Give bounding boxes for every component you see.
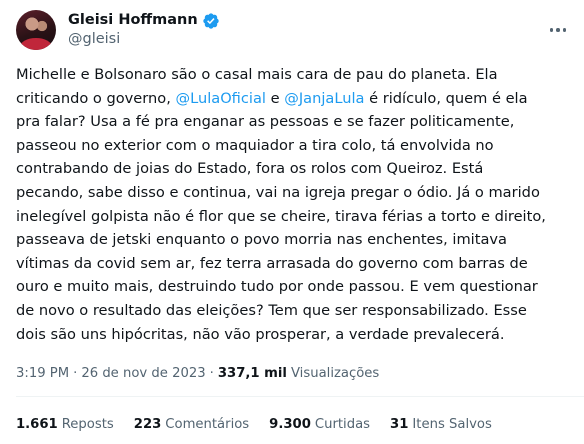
tweet-text-segment: criticando o governo, [16, 89, 176, 107]
tweet-text: Michelle e Bolsonaro são o casal mais ca… [16, 63, 572, 346]
mention-link[interactable]: @JanjaLula [284, 90, 364, 107]
tweet-text-segment: Michelle e Bolsonaro são o casal mais ca… [16, 66, 498, 83]
stat-label: Reposts [61, 417, 114, 432]
stat-label: Curtidas [314, 417, 371, 432]
views-count[interactable]: 337,1 mil [218, 366, 287, 381]
tweet-text-segment: pecando, sabe disso e continua, vai na i… [16, 183, 540, 201]
tweet-text-segment: passeou no exterior com o maquiador a ti… [16, 136, 494, 154]
tweet-line: pra falar? Usa a fé pra enganar as pesso… [16, 110, 572, 134]
tweet-text-segment: ouro e muito mais, destruindo tudo por o… [16, 278, 538, 296]
tweet-text-segment: pra falar? Usa a fé pra enganar as pesso… [16, 113, 515, 131]
tweet-line: pecando, sabe disso e continua, vai na i… [16, 181, 572, 205]
tweet-text-segment: inelegível golpista não é flor que se ch… [16, 207, 546, 225]
tweet-time[interactable]: 3:19 PM [16, 366, 69, 381]
tweet-line: Michelle e Bolsonaro são o casal mais ca… [16, 63, 572, 87]
tweet-line: contrabando de joias do Estado, fora os … [16, 157, 572, 181]
author-names: Gleisi Hoffmann @gleisi [68, 11, 220, 49]
tweet-line: inelegível golpista não é flor que se ch… [16, 205, 572, 229]
tweet-line: de novo o resultado das eleições? Tem qu… [16, 299, 572, 323]
stat-comments[interactable]: 223 Comentários [134, 417, 249, 432]
divider [16, 396, 584, 397]
stat-number: 1.661 [16, 417, 58, 432]
tweet-card: Gleisi Hoffmann @gleisi Michelle e Bolso… [0, 0, 584, 444]
stat-reposts[interactable]: 1.661 Reposts [16, 417, 114, 432]
tweet-line: ouro e muito mais, destruindo tudo por o… [16, 275, 572, 299]
tweet-header: Gleisi Hoffmann @gleisi [16, 8, 568, 52]
display-name[interactable]: Gleisi Hoffmann [68, 11, 198, 30]
engagement-stats: 1.661 Reposts 223 Comentários 9.300 Curt… [16, 417, 512, 432]
stat-number: 9.300 [269, 417, 311, 432]
tweet-meta: 3:19 PM · 26 de nov de 2023 · 337,1 mil … [16, 366, 379, 381]
stat-number: 31 [390, 417, 409, 432]
tweet-line: passeava de jetski enquanto o povo morri… [16, 228, 572, 252]
mention-link[interactable]: @LulaOficial [175, 90, 265, 107]
tweet-text-segment: de novo o resultado das eleições? Tem qu… [16, 301, 527, 319]
avatar[interactable] [16, 10, 56, 50]
meta-separator: · [73, 366, 78, 381]
tweet-line: dois são uns hipócritas, não vão prosper… [16, 323, 572, 347]
tweet-text-segment: e [265, 89, 285, 107]
tweet-line: passeou no exterior com o maquiador a ti… [16, 134, 572, 158]
meta-separator: · [209, 366, 214, 381]
tweet-line: vítimas da covid sem ar, fez terra arras… [16, 252, 572, 276]
verified-badge-icon [203, 12, 219, 29]
tweet-text-segment: contrabando de joias do Estado, fora os … [16, 160, 484, 178]
stat-label: Itens Salvos [412, 417, 492, 432]
name-row: Gleisi Hoffmann [68, 11, 220, 30]
handle[interactable]: @gleisi [68, 30, 220, 49]
tweet-text-segment: vítimas da covid sem ar, fez terra arras… [16, 254, 528, 272]
views-label: Visualizações [290, 366, 380, 381]
more-options-icon[interactable] [548, 22, 569, 38]
tweet-text-segment: passeava de jetski enquanto o povo morri… [16, 231, 507, 249]
tweet-date[interactable]: 26 de nov de 2023 [81, 366, 205, 381]
stat-likes[interactable]: 9.300 Curtidas [269, 417, 370, 432]
stat-number: 223 [133, 417, 162, 432]
stat-label: Comentários [165, 417, 250, 432]
tweet-text-segment: dois são uns hipócritas, não vão prosper… [16, 325, 505, 343]
tweet-text-segment: é ridículo, quem é ela [364, 89, 528, 107]
stat-bookmarks[interactable]: 31 Itens Salvos [390, 417, 492, 432]
tweet-line: criticando o governo, @LulaOficial e @Ja… [16, 87, 572, 111]
